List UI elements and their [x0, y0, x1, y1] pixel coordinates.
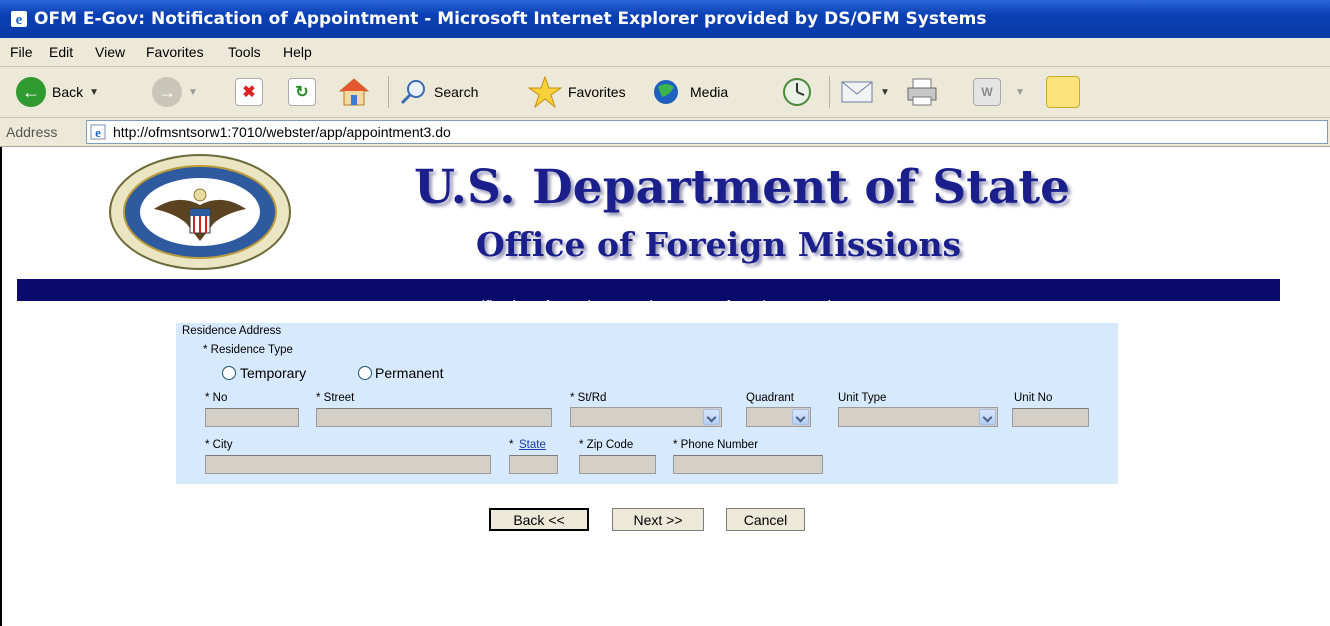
media-button-label: Media [690, 84, 729, 100]
back-arrow-icon: ← [16, 77, 46, 107]
search-button[interactable]: Search [398, 74, 478, 110]
menu-tools[interactable]: Tools [228, 44, 261, 60]
nav-section-title: Notification of Appointment [458, 298, 637, 315]
favorites-button-label: Favorites [568, 84, 626, 100]
menu-view[interactable]: View [95, 44, 125, 60]
print-icon [907, 78, 937, 106]
back-button-label: Back [52, 84, 84, 100]
menu-bar: File Edit View Favorites Tools Help [0, 38, 1330, 67]
window-title-bar: e OFM E-Gov: Notification of Appointment… [0, 0, 1330, 38]
forward-button[interactable]: → ▼ [152, 74, 198, 110]
refresh-icon: ↻ [288, 78, 316, 106]
nav-separator: | [649, 298, 654, 315]
next-form-button[interactable]: Next >> [612, 508, 704, 531]
ie-icon: e [11, 11, 27, 28]
page-icon: e [90, 124, 106, 140]
permanent-option-label: Permanent [375, 365, 444, 381]
strd-select[interactable] [570, 407, 722, 427]
temporary-option-label: Temporary [240, 365, 307, 381]
chevron-down-icon[interactable] [979, 409, 996, 425]
toolbar-separator [829, 76, 830, 108]
stop-icon: ✖ [235, 78, 263, 106]
street-label: * Street [316, 392, 355, 404]
address-label: Address [6, 124, 58, 140]
toolbar: ← Back ▼ → ▼ ✖ ↻ Search Favorites Media … [0, 67, 1330, 118]
history-button[interactable] [781, 74, 813, 110]
nav-page-indicator: Page 4 of 11 [665, 298, 750, 315]
department-seal-logo [109, 154, 291, 270]
media-button[interactable]: Media [652, 74, 728, 110]
media-icon [654, 80, 678, 104]
nav-strip: Notification of Appointment | Page 4 of … [17, 279, 1280, 315]
phone-number-label: * Phone Number [673, 439, 759, 451]
mail-button[interactable]: ▼ [840, 74, 890, 110]
back-dropdown-icon[interactable]: ▼ [89, 87, 99, 98]
edit-word-icon: W [973, 78, 1001, 106]
state-input[interactable] [509, 455, 558, 474]
search-icon [400, 80, 425, 105]
instructions-link[interactable]: Instructions [779, 298, 856, 315]
city-input[interactable] [205, 455, 491, 474]
unit-type-select[interactable] [838, 407, 998, 427]
page-subtitle: Office of Foreign Missions [476, 225, 962, 264]
back-button[interactable]: ← Back ▼ [16, 74, 99, 110]
home-button[interactable] [338, 74, 370, 110]
section-title: Residence Address [182, 325, 282, 337]
edit-button[interactable]: W ▼ [973, 74, 1025, 110]
svg-text:e: e [95, 125, 101, 140]
menu-favorites[interactable]: Favorites [146, 44, 204, 60]
window-title: OFM E-Gov: Notification of Appointment -… [34, 9, 987, 29]
chevron-down-icon[interactable] [792, 409, 809, 425]
print-button[interactable] [905, 74, 939, 110]
state-required-star: * [509, 439, 514, 451]
toolbar-separator [388, 76, 389, 108]
home-icon [338, 78, 370, 106]
residence-address-form: Residence Address * Residence Type Tempo… [176, 323, 1118, 484]
forward-arrow-icon: → [152, 77, 182, 107]
edit-dropdown-icon[interactable]: ▼ [1015, 87, 1025, 98]
zip-code-label: * Zip Code [579, 439, 634, 451]
city-label: * City [205, 439, 233, 451]
street-input[interactable] [316, 408, 552, 427]
address-url: http://ofmsntsorw1:7010/webster/app/appo… [113, 124, 451, 140]
page-title: U.S. Department of State [414, 160, 1071, 215]
menu-help[interactable]: Help [283, 44, 312, 60]
radio-permanent[interactable] [358, 366, 372, 380]
favorites-star-icon [528, 76, 562, 108]
search-button-label: Search [434, 84, 479, 100]
quadrant-select[interactable] [746, 407, 811, 427]
messenger-button[interactable] [1046, 74, 1080, 110]
strd-label: * St/Rd [570, 392, 607, 404]
phone-number-input[interactable] [673, 455, 823, 474]
state-link[interactable]: State [519, 439, 546, 451]
nav-separator: | [762, 298, 767, 315]
no-label: * No [205, 392, 228, 404]
back-form-button[interactable]: Back << [489, 508, 589, 531]
svg-text:e: e [16, 12, 23, 28]
cancel-button[interactable]: Cancel [726, 508, 805, 531]
address-field[interactable]: e http://ofmsntsorw1:7010/webster/app/ap… [86, 120, 1328, 144]
zip-code-input[interactable] [579, 455, 656, 474]
stop-button[interactable]: ✖ [235, 74, 263, 110]
refresh-button[interactable]: ↻ [288, 74, 316, 110]
favorites-button[interactable]: Favorites [528, 74, 626, 110]
no-input[interactable] [205, 408, 299, 427]
unit-type-label: Unit Type [838, 392, 887, 404]
mail-icon [841, 81, 873, 103]
chevron-down-icon[interactable] [703, 409, 720, 425]
address-bar: Address e http://ofmsntsorw1:7010/webste… [0, 118, 1330, 147]
unit-no-label: Unit No [1014, 392, 1053, 404]
forward-dropdown-icon[interactable]: ▼ [188, 87, 198, 98]
unit-no-input[interactable] [1012, 408, 1089, 427]
menu-file[interactable]: File [10, 44, 33, 60]
menu-edit[interactable]: Edit [49, 44, 73, 60]
quadrant-label: Quadrant [746, 392, 794, 404]
radio-temporary[interactable] [222, 366, 236, 380]
residence-type-label: * Residence Type [203, 344, 293, 356]
note-icon [1046, 76, 1080, 108]
history-icon [783, 78, 811, 106]
mail-dropdown-icon[interactable]: ▼ [880, 87, 890, 98]
